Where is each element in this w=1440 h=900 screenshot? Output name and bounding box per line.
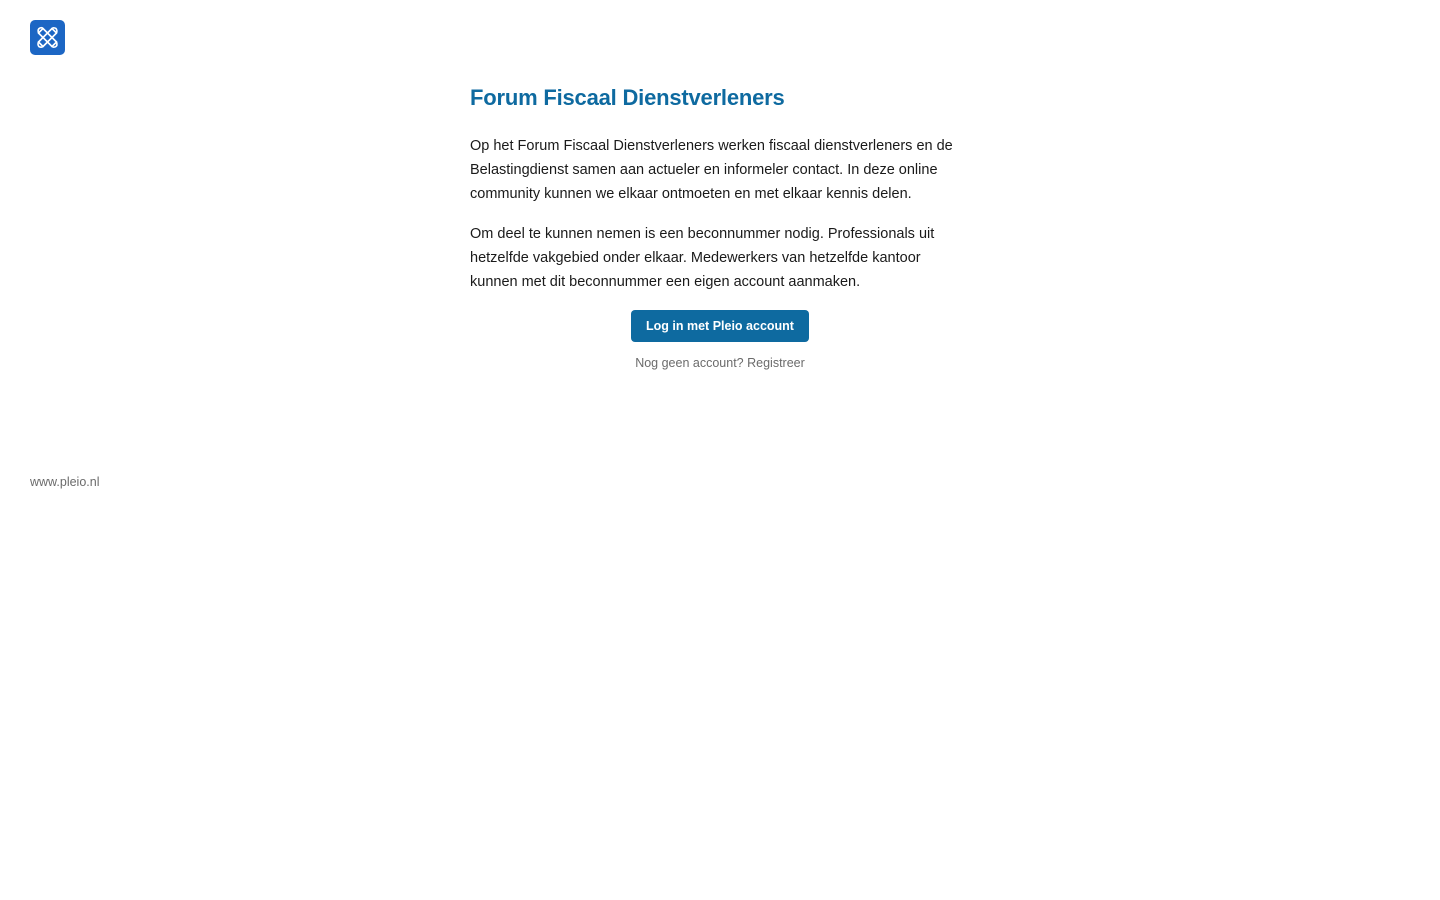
- register-link[interactable]: Registreer: [747, 356, 805, 370]
- intro-paragraph: Op het Forum Fiscaal Dienstverleners wer…: [470, 138, 953, 202]
- footer-pleio-link[interactable]: www.pleio.nl: [30, 474, 99, 490]
- pleio-logo[interactable]: [30, 20, 65, 55]
- intro-section: Forum Fiscaal Dienstverleners Op het For…: [470, 82, 970, 294]
- pleio-logo-icon: [35, 25, 60, 50]
- page: Forum Fiscaal Dienstverleners Op het For…: [0, 0, 1440, 900]
- register-prompt-line: Nog geen account? Registreer: [470, 355, 970, 371]
- requirements-paragraph: Om deel te kunnen nemen is een beconnumm…: [470, 226, 935, 290]
- register-prompt-text: Nog geen account?: [635, 356, 744, 370]
- page-title: Forum Fiscaal Dienstverleners: [470, 85, 785, 110]
- login-actions: Log in met Pleio account Nog geen accoun…: [470, 310, 970, 371]
- login-button[interactable]: Log in met Pleio account: [631, 310, 809, 342]
